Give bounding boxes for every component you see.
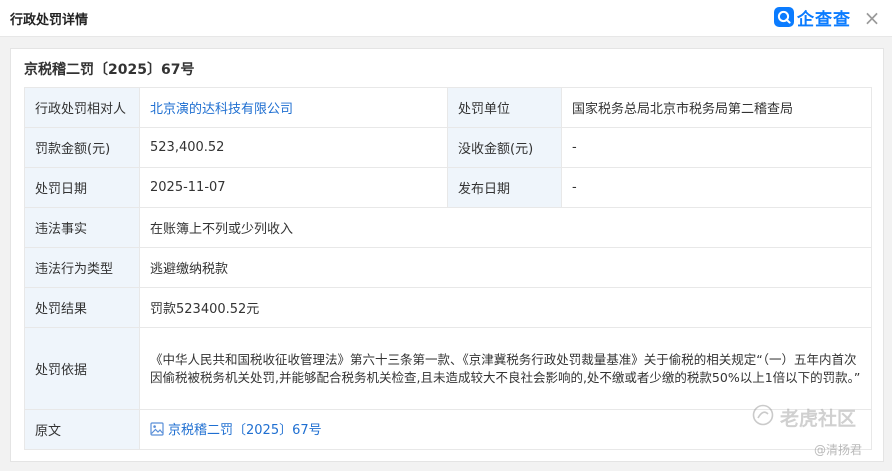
field-value: 在账簿上不列或少列收入 [139,207,872,248]
qichacha-logo-icon [774,7,794,27]
watermark: 老虎社区 [752,404,856,431]
table-row: 行政处罚相对人 北京演的达科技有限公司 处罚单位 国家税务总局北京市税务局第二稽… [24,87,872,128]
close-button[interactable]: × [862,8,882,28]
field-value: - [561,127,872,168]
detail-table: 行政处罚相对人 北京演的达科技有限公司 处罚单位 国家税务总局北京市税务局第二稽… [24,87,872,450]
watermark-logo-icon [752,404,774,431]
field-value: - [561,167,872,208]
field-value: 523,400.52 [139,127,448,168]
penalized-party-link[interactable]: 北京演的达科技有限公司 [139,87,448,128]
table-row: 违法事实 在账簿上不列或少列收入 [24,207,872,248]
image-file-icon [150,422,164,440]
field-label: 行政处罚相对人 [24,87,140,128]
table-row: 罚款金额(元) 523,400.52 没收金额(元) - [24,127,872,168]
field-label: 处罚依据 [24,327,140,410]
table-row: 处罚结果 罚款523400.52元 [24,287,872,328]
field-label: 处罚单位 [447,87,562,128]
document-number: 京税稽二罚〔2025〕67号 [24,62,195,78]
table-row: 处罚日期 2025-11-07 发布日期 - [24,167,872,208]
field-value: 逃避缴纳税款 [139,247,872,288]
field-value: 2025-11-07 [139,167,448,208]
field-label: 违法事实 [24,207,140,248]
detail-panel: 京税稽二罚〔2025〕67号 行政处罚相对人 北京演的达科技有限公司 处罚单位 … [10,48,884,462]
field-label: 违法行为类型 [24,247,140,288]
watermark-user: @清扬君 [814,443,863,457]
field-label: 发布日期 [447,167,562,208]
company-link[interactable]: 北京演的达科技有限公司 [150,102,293,117]
brand-logo: 企查查 [774,6,851,30]
table-row: 原文 京税稽二罚〔2025〕67号 [24,409,872,450]
table-row: 处罚依据 《中华人民共和国税收征收管理法》第六十三条第一款、《京津冀税务行政处罚… [24,327,872,410]
field-label: 没收金额(元) [447,127,562,168]
original-document-link[interactable]: 京税稽二罚〔2025〕67号 [168,423,322,438]
field-value: 罚款523400.52元 [139,287,872,328]
field-value: 国家税务总局北京市税务局第二稽查局 [561,87,872,128]
field-label: 罚款金额(元) [24,127,140,168]
table-row: 违法行为类型 逃避缴纳税款 [24,247,872,288]
field-label: 原文 [24,409,140,450]
brand-name: 企查查 [797,9,851,30]
watermark-text: 老虎社区 [780,408,857,430]
legal-basis-text: 《中华人民共和国税收征收管理法》第六十三条第一款、《京津冀税务行政处罚裁量基准》… [139,327,872,410]
field-label: 处罚结果 [24,287,140,328]
title-bar: 行政处罚详情 企查查 × [0,0,892,37]
field-label: 处罚日期 [24,167,140,208]
window-title: 行政处罚详情 [10,13,89,28]
